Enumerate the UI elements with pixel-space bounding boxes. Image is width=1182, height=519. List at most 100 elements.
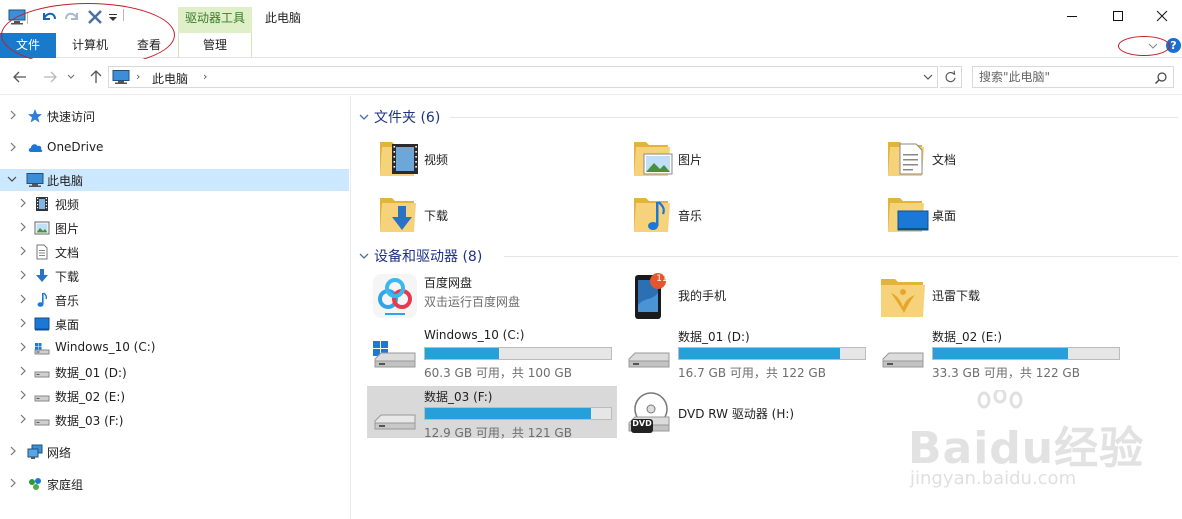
device-baidu-netdisk[interactable]: 百度网盘 双击运行百度网盘 (367, 270, 617, 322)
devices-group-header[interactable]: 设备和驱动器 (8) (358, 245, 1178, 267)
qat-separator (27, 12, 28, 24)
device-drive-d[interactable]: 数据_01 (D:) 16.7 GB 可用，共 122 GB (621, 324, 871, 380)
music-folder-icon (634, 198, 670, 232)
picture-icon (34, 221, 50, 235)
search-box[interactable] (972, 66, 1174, 88)
folder-videos[interactable]: 视频 (378, 134, 618, 184)
download-folder-icon (380, 198, 416, 232)
navigation-pane: 快速访问 OneDrive 此电脑 视频 图片 文档 下载 音乐 桌面 Wind… (0, 96, 351, 519)
breadcrumb[interactable]: 此电脑 (152, 70, 188, 87)
nav-item-documents[interactable]: 文档 (0, 241, 349, 263)
chevron-right-icon[interactable] (18, 413, 28, 425)
chevron-down-icon[interactable] (358, 250, 370, 262)
folder-downloads[interactable]: 下载 (378, 190, 618, 240)
refresh-icon[interactable] (940, 66, 962, 88)
chevron-right-icon[interactable] (8, 109, 18, 121)
nav-item-downloads[interactable]: 下载 (0, 265, 349, 287)
search-input[interactable] (979, 69, 1149, 85)
redo-icon[interactable] (63, 9, 81, 25)
desktop-folder-icon (888, 198, 929, 232)
nav-item-videos[interactable]: 视频 (0, 193, 349, 215)
device-name: 百度网盘 (424, 276, 473, 290)
chevron-right-icon[interactable] (18, 341, 28, 353)
chevron-right-icon[interactable] (18, 269, 28, 281)
device-dvd-drive[interactable]: DVD DVD RW 驱动器 (H:) (621, 388, 871, 440)
folder-documents[interactable]: 文档 (886, 134, 1126, 184)
chevron-down-icon[interactable] (358, 111, 370, 123)
breadcrumb-chevron-icon[interactable]: › (203, 70, 207, 83)
chevron-right-icon[interactable] (8, 141, 18, 153)
network-icon (27, 444, 43, 459)
download-icon (36, 269, 48, 282)
nav-item-homegroup[interactable]: 家庭组 (0, 473, 349, 495)
folder-music[interactable]: 音乐 (632, 190, 872, 240)
qat-customize-icon[interactable] (108, 9, 118, 25)
chevron-down-icon[interactable] (1146, 40, 1160, 52)
folders-group-header[interactable]: 文件夹 (6) (358, 106, 1178, 128)
breadcrumb-chevron-icon[interactable]: › (136, 70, 140, 83)
delete-icon[interactable] (86, 9, 104, 25)
device-drive-c[interactable]: Windows_10 (C:) 60.3 GB 可用，共 100 GB (367, 324, 617, 380)
chevron-right-icon[interactable] (18, 317, 28, 329)
nav-item-drive-d[interactable]: 数据_01 (D:) (0, 361, 349, 383)
devices-group-title: 设备和驱动器 (8) (374, 249, 483, 265)
baidu-netdisk-icon (373, 274, 417, 318)
device-xunlei-download[interactable]: 迅雷下载 (875, 270, 1125, 322)
device-drive-e[interactable]: 数据_02 (E:) 33.3 GB 可用，共 122 GB (875, 324, 1125, 380)
context-tab-header: 驱动器工具 (178, 7, 252, 33)
nav-item-this-pc[interactable]: 此电脑 (0, 169, 349, 191)
free-space-text: 16.7 GB 可用，共 122 GB (678, 366, 826, 380)
nav-item-network[interactable]: 网络 (0, 441, 349, 463)
device-name: 迅雷下载 (932, 289, 981, 303)
capacity-bar (424, 407, 612, 420)
capacity-bar (932, 347, 1120, 360)
tab-view[interactable]: 查看 (124, 33, 174, 58)
chevron-right-icon[interactable] (8, 477, 18, 489)
forward-arrow-icon[interactable] (42, 69, 58, 85)
tab-computer[interactable]: 计算机 (56, 33, 124, 58)
nav-item-pictures[interactable]: 图片 (0, 217, 349, 239)
device-my-phone[interactable]: 11 我的手机 (621, 270, 871, 322)
maximize-button[interactable] (1095, 0, 1141, 33)
address-bar[interactable]: › 此电脑 › (108, 66, 938, 88)
capacity-bar-fill (425, 408, 592, 419)
nav-item-drive-e[interactable]: 数据_02 (E:) (0, 385, 349, 407)
folder-pictures[interactable]: 图片 (632, 134, 872, 184)
nav-item-music[interactable]: 音乐 (0, 289, 349, 311)
chevron-right-icon[interactable] (18, 389, 28, 401)
chevron-right-icon[interactable] (18, 197, 28, 209)
chevron-right-icon[interactable] (18, 293, 28, 305)
minimize-button[interactable] (1049, 0, 1095, 33)
group-divider (504, 256, 1178, 257)
chevron-right-icon[interactable] (18, 221, 28, 233)
device-subtitle: 双击运行百度网盘 (424, 295, 521, 309)
nav-item-drive-f[interactable]: 数据_03 (F:) (0, 409, 349, 431)
back-arrow-icon[interactable] (12, 69, 28, 85)
nav-item-quick-access[interactable]: 快速访问 (0, 105, 349, 127)
chevron-right-icon[interactable] (18, 365, 28, 377)
nav-item-drive-c[interactable]: Windows_10 (C:) (0, 337, 349, 359)
device-name: DVD RW 驱动器 (H:) (678, 407, 795, 421)
chevron-right-icon[interactable] (8, 445, 18, 457)
homegroup-icon (29, 478, 41, 490)
window-title: 此电脑 (265, 11, 302, 25)
device-drive-f[interactable]: 数据_03 (F:) 12.9 GB 可用，共 121 GB (367, 386, 617, 440)
dvd-drive-icon (628, 392, 670, 433)
search-icon[interactable] (1154, 71, 1168, 85)
computer-icon[interactable] (8, 9, 26, 25)
chevron-right-icon[interactable] (18, 245, 28, 257)
up-arrow-icon[interactable] (88, 69, 104, 85)
chevron-down-icon[interactable] (921, 71, 935, 83)
dvd-badge: DVD (632, 419, 652, 428)
undo-icon[interactable] (40, 9, 58, 25)
tab-file[interactable]: 文件 (0, 33, 56, 58)
recent-locations-icon[interactable] (66, 69, 76, 85)
close-button[interactable] (1140, 0, 1182, 33)
nav-item-desktop[interactable]: 桌面 (0, 313, 349, 335)
nav-item-onedrive[interactable]: OneDrive (0, 137, 349, 159)
chevron-down-icon[interactable] (7, 173, 17, 185)
folder-desktop[interactable]: 桌面 (886, 190, 1126, 240)
document-icon (36, 244, 48, 260)
system-drive-icon (34, 343, 50, 355)
help-icon[interactable]: ? (1166, 38, 1181, 53)
